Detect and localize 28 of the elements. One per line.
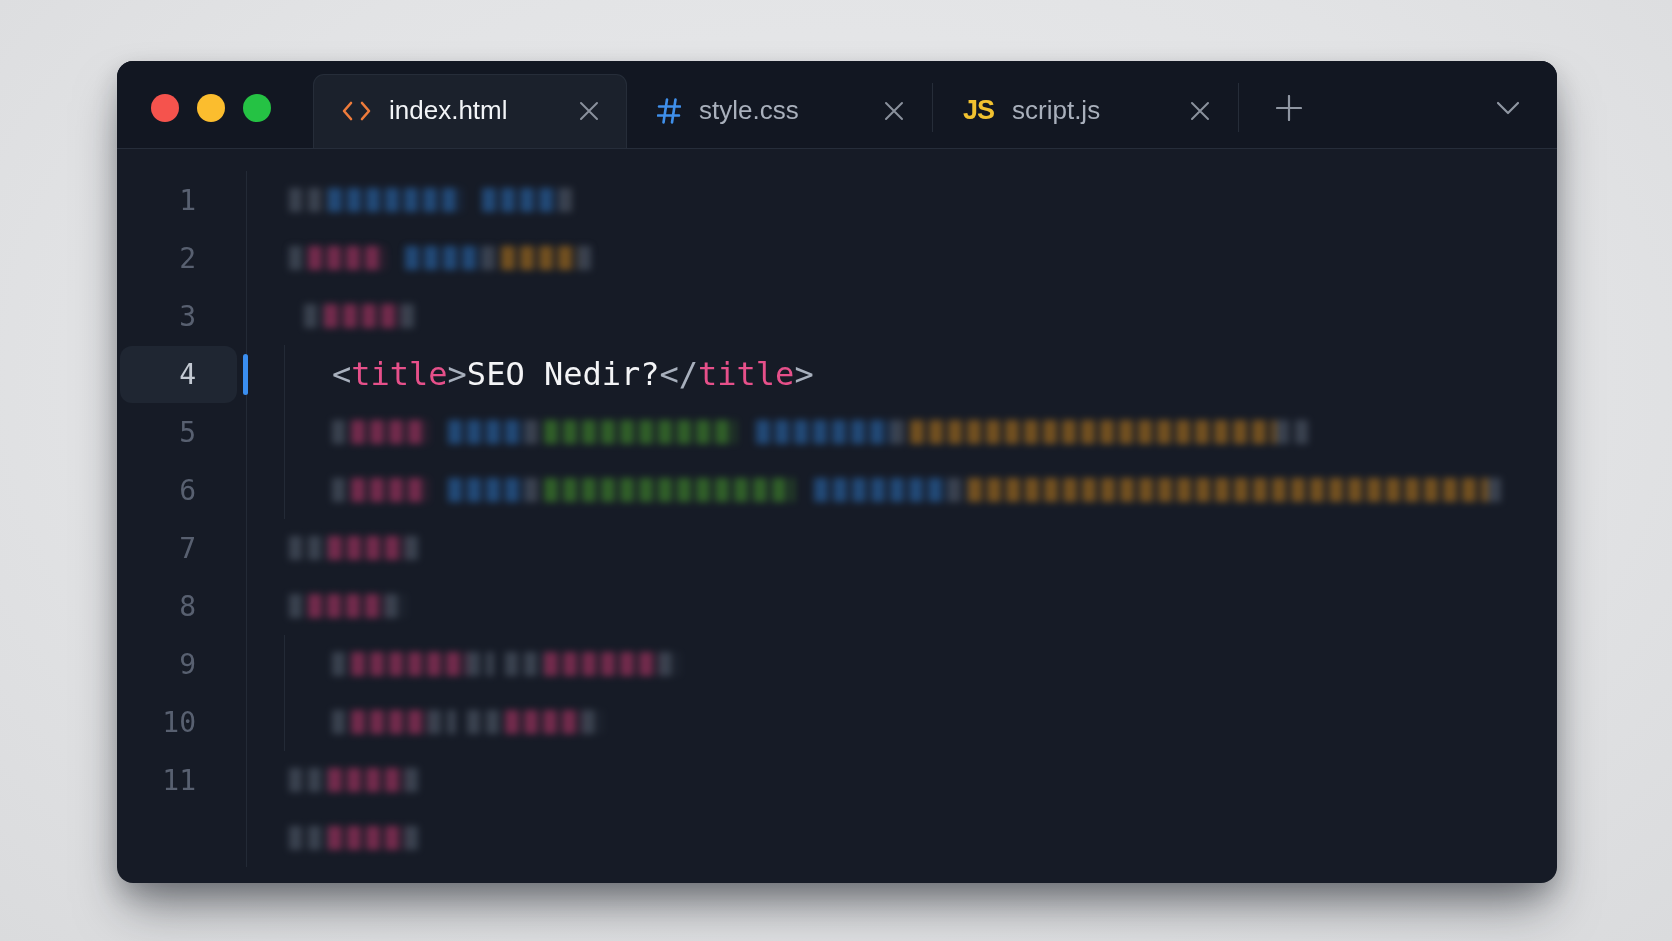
code-icon <box>342 100 371 121</box>
line-number: 9 <box>178 646 197 683</box>
line-number: 11 <box>161 762 197 799</box>
plus-icon <box>1276 94 1302 121</box>
close-icon <box>884 100 904 121</box>
close-icon <box>579 100 599 121</box>
new-tab-button[interactable] <box>1276 94 1302 121</box>
hash-icon <box>657 97 681 124</box>
line-number: 6 <box>178 472 197 509</box>
line-number: 10 <box>161 704 197 741</box>
line-number: 7 <box>178 530 197 567</box>
line-number: 3 <box>178 298 197 335</box>
tab-list-button[interactable] <box>1496 100 1520 115</box>
editor-tab[interactable]: JS script.js <box>933 74 1238 148</box>
zoom-window-button[interactable] <box>243 93 271 122</box>
line-number: 4 <box>120 345 237 403</box>
editor-tab[interactable]: style.css <box>627 74 932 148</box>
editor-tab[interactable]: index.html <box>313 74 627 148</box>
close-window-button[interactable] <box>151 93 179 122</box>
file-type-label: JS <box>963 97 995 124</box>
close-icon <box>1190 100 1210 121</box>
line-number: 1 <box>178 182 197 219</box>
line-number: 5 <box>178 414 197 451</box>
code-line: <title>SEO Nedir?</title> <box>332 354 814 394</box>
line-number: 2 <box>178 240 197 277</box>
chevron-down-icon <box>1496 100 1520 115</box>
minimize-window-button[interactable] <box>197 93 225 122</box>
line-number: 8 <box>178 588 197 625</box>
